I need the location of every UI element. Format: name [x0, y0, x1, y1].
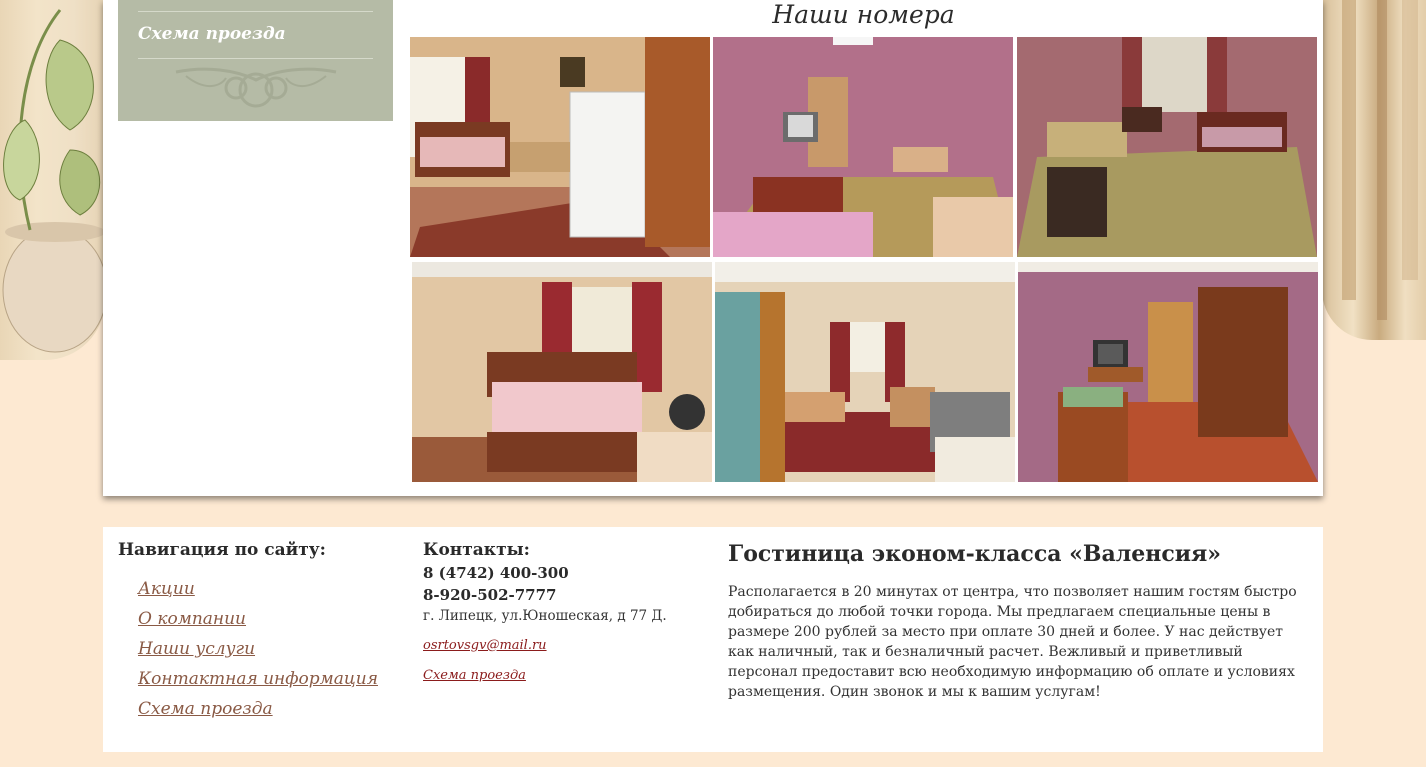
nav-link-map[interactable]: Схема проезда	[138, 699, 273, 719]
footer-nav-heading: Навигация по сайту:	[118, 540, 326, 560]
room-photo-6[interactable]	[1018, 262, 1318, 482]
nav-link-about[interactable]: О компании	[138, 609, 246, 629]
contacts-heading: Контакты:	[423, 540, 530, 560]
divider	[138, 58, 373, 59]
room-photo-3[interactable]	[1017, 37, 1317, 257]
footer-nav-item: О компании	[138, 609, 378, 639]
divider	[138, 11, 373, 12]
footer-nav-item: Наши услуги	[138, 639, 378, 669]
footer-nav-item: Схема проезда	[138, 699, 378, 729]
background-bookshelf-art	[1322, 0, 1426, 340]
background-plant-art	[0, 0, 108, 360]
gallery-title: Наши номера	[772, 0, 955, 29]
about-text: Располагается в 20 минутах от центра, чт…	[728, 584, 1297, 700]
footer-nav-item: Контактная информация	[138, 669, 378, 699]
sidebar-menu-box: Схема проезда	[118, 0, 393, 121]
address: г. Липецк, ул.Юношеская, д 77 Д.	[423, 608, 667, 624]
room-photo-5[interactable]	[715, 262, 1015, 482]
footer-nav-item: Акции	[138, 579, 378, 609]
email-link[interactable]: osrtovsgv@mail.ru	[423, 638, 547, 653]
phone-mobile: 8-920-502-7777	[423, 586, 557, 604]
nav-link-promotions[interactable]: Акции	[138, 579, 195, 599]
room-photo-1[interactable]	[410, 37, 710, 257]
room-photo-4[interactable]	[412, 262, 712, 482]
footer: Навигация по сайту: Акции О компании Наш…	[103, 527, 1323, 752]
contacts-map-link[interactable]: Схема проезда	[423, 668, 526, 683]
phone-primary: 8 (4742) 400-300	[423, 564, 569, 582]
about-title: Гостиница эконом-класса «Валенсия»	[728, 541, 1222, 567]
ornament-flourish-icon	[175, 67, 337, 108]
sidebar-map-link[interactable]: Схема проезда	[138, 24, 286, 44]
room-photo-2[interactable]	[713, 37, 1013, 257]
nav-link-services[interactable]: Наши услуги	[138, 639, 255, 659]
nav-link-contacts[interactable]: Контактная информация	[138, 669, 378, 689]
footer-nav-list: Акции О компании Наши услуги Контактная …	[138, 579, 378, 729]
